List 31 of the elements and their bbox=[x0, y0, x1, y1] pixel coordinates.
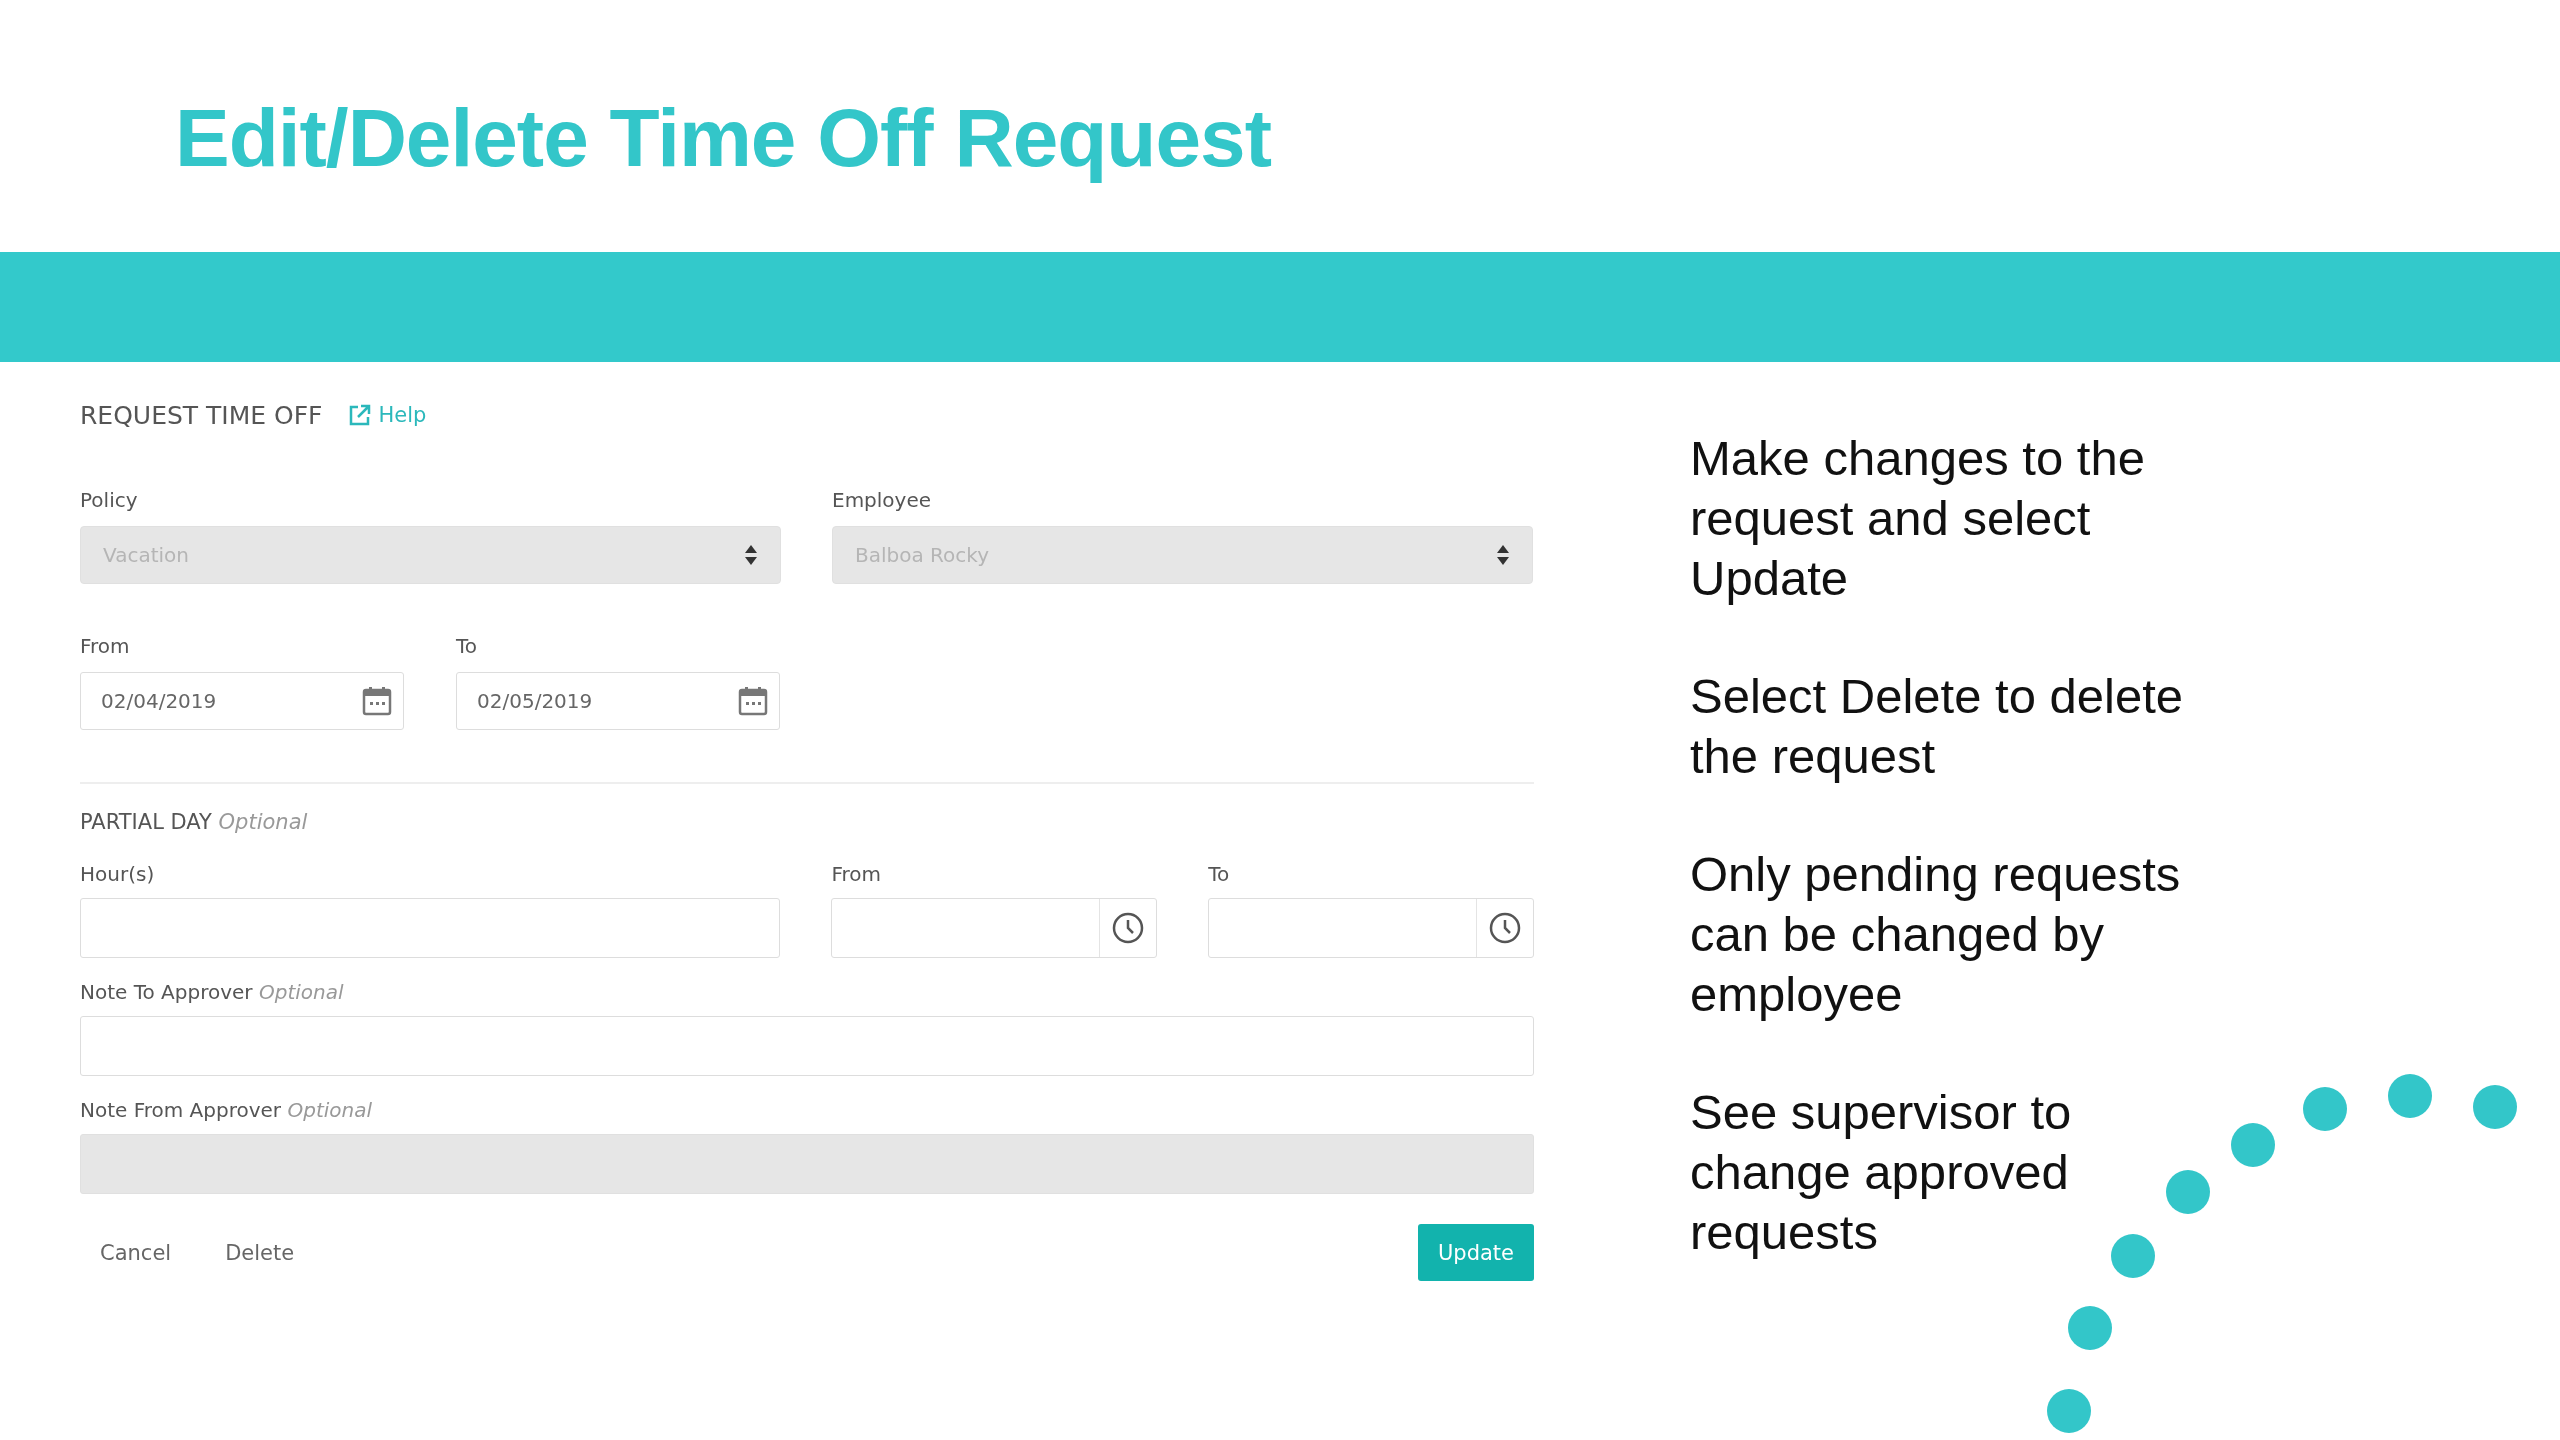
instruction-text: Select Delete to delete the request bbox=[1690, 668, 2185, 785]
external-link-icon bbox=[348, 403, 373, 427]
field-label: From bbox=[80, 634, 131, 660]
calendar-icon[interactable] bbox=[737, 685, 769, 717]
field-label: Hour(s) bbox=[80, 862, 156, 888]
date-field[interactable]: 02/04/2019 bbox=[80, 672, 404, 730]
form-heading: REQUEST TIME OFF bbox=[80, 400, 323, 430]
field-label: Note To Approver Optional bbox=[80, 980, 345, 1006]
instruction-text: See supervisor to change approved requests bbox=[1690, 1084, 2073, 1261]
field-label: To bbox=[456, 634, 479, 660]
field-label: Note From Approver Optional bbox=[80, 1098, 373, 1124]
calendar-icon[interactable] bbox=[361, 685, 393, 717]
field-label: Employee bbox=[832, 488, 933, 514]
text-button[interactable]: Delete bbox=[205, 1226, 315, 1279]
field-label: To bbox=[1208, 862, 1231, 888]
time-field[interactable] bbox=[1208, 898, 1534, 958]
time-field[interactable] bbox=[831, 898, 1158, 958]
field-label: From bbox=[831, 862, 883, 888]
text-button[interactable]: Cancel bbox=[80, 1226, 192, 1279]
sort-icon bbox=[744, 543, 758, 567]
sort-icon bbox=[1496, 543, 1510, 567]
note-field[interactable] bbox=[80, 1016, 1534, 1076]
section-heading: PARTIAL DAY Optional bbox=[80, 810, 309, 836]
field-label: Policy bbox=[80, 488, 139, 514]
date-field[interactable]: 02/05/2019 bbox=[456, 672, 780, 730]
slide-title: Edit/Delete Time Off Request bbox=[174, 91, 1272, 185]
clock-icon[interactable] bbox=[1488, 911, 1522, 945]
clock-icon[interactable] bbox=[1111, 911, 1146, 945]
instruction-text: Only pending requests can be changed by employee bbox=[1690, 846, 2182, 1023]
hours-field[interactable] bbox=[80, 898, 781, 958]
instruction-text: Make changes to the request and select Update bbox=[1690, 430, 2146, 607]
